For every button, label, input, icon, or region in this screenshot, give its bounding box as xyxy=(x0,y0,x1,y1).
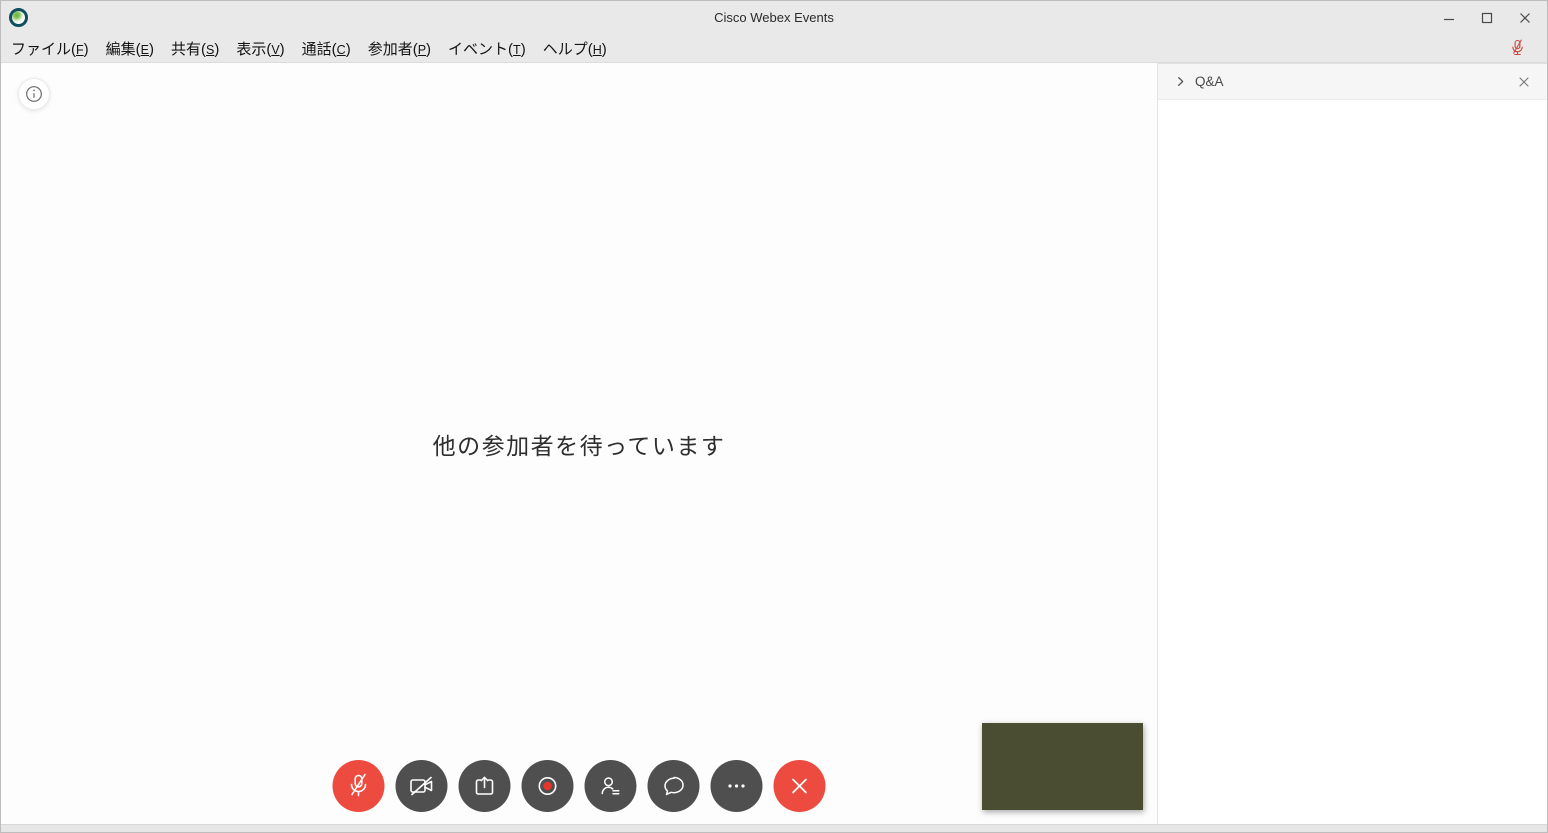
control-bar xyxy=(333,760,826,812)
participants-button[interactable] xyxy=(585,760,637,812)
app-window: Cisco Webex Events ファイル(F) 編集(E) 共有(S) 表… xyxy=(0,0,1548,833)
menu-edit[interactable]: 編集(E) xyxy=(106,38,154,59)
close-icon xyxy=(787,773,813,799)
menu-view[interactable]: 表示(V) xyxy=(236,38,284,59)
close-icon xyxy=(1519,12,1531,24)
maximize-icon xyxy=(1481,12,1493,24)
minimize-icon xyxy=(1443,12,1455,24)
meeting-info-button[interactable] xyxy=(18,78,50,110)
camera-off-icon xyxy=(408,774,436,798)
chat-icon xyxy=(661,773,687,799)
window-title: Cisco Webex Events xyxy=(1,10,1547,25)
waiting-message: 他の参加者を待っています xyxy=(433,427,726,461)
menu-share[interactable]: 共有(S) xyxy=(171,38,219,59)
chevron-right-icon xyxy=(1175,76,1186,87)
qa-panel-title: Q&A xyxy=(1195,74,1224,89)
participants-icon xyxy=(598,773,624,799)
menu-call[interactable]: 通話(C) xyxy=(302,38,351,59)
window-controls xyxy=(1441,1,1533,34)
content-area: 他の参加者を待っています xyxy=(1,63,1547,824)
record-icon xyxy=(535,773,561,799)
menu-help[interactable]: ヘルプ(H) xyxy=(543,38,607,59)
self-video-thumbnail[interactable] xyxy=(982,723,1143,810)
camera-button[interactable] xyxy=(396,760,448,812)
more-options-icon xyxy=(724,773,750,799)
maximize-button[interactable] xyxy=(1479,10,1495,26)
mute-unmute-button[interactable] xyxy=(333,760,385,812)
record-button[interactable] xyxy=(522,760,574,812)
share-screen-icon xyxy=(472,773,498,799)
window-bottom-edge xyxy=(1,824,1547,832)
chat-button[interactable] xyxy=(648,760,700,812)
title-bar: Cisco Webex Events xyxy=(1,1,1547,34)
menu-event[interactable]: イベント(T) xyxy=(448,38,526,59)
qa-panel-header: Q&A xyxy=(1158,63,1547,100)
qa-close-button[interactable] xyxy=(1516,74,1532,90)
menu-file[interactable]: ファイル(F) xyxy=(11,38,89,59)
microphone-muted-icon xyxy=(346,772,372,800)
close-icon xyxy=(1518,76,1530,88)
qa-panel: Q&A xyxy=(1158,63,1547,824)
more-options-button[interactable] xyxy=(711,760,763,812)
close-window-button[interactable] xyxy=(1517,10,1533,26)
share-content-button[interactable] xyxy=(459,760,511,812)
minimize-button[interactable] xyxy=(1441,10,1457,26)
qa-panel-body xyxy=(1158,100,1547,824)
meeting-stage: 他の参加者を待っています xyxy=(1,63,1158,824)
webex-logo-icon xyxy=(9,8,28,27)
menu-bar: ファイル(F) 編集(E) 共有(S) 表示(V) 通話(C) 参加者(P) イ… xyxy=(1,34,1547,63)
menu-participants[interactable]: 参加者(P) xyxy=(368,38,431,59)
qa-collapse-button[interactable] xyxy=(1173,74,1188,89)
info-icon xyxy=(24,84,44,104)
leave-meeting-button[interactable] xyxy=(774,760,826,812)
microphone-muted-indicator-icon xyxy=(1510,39,1525,58)
